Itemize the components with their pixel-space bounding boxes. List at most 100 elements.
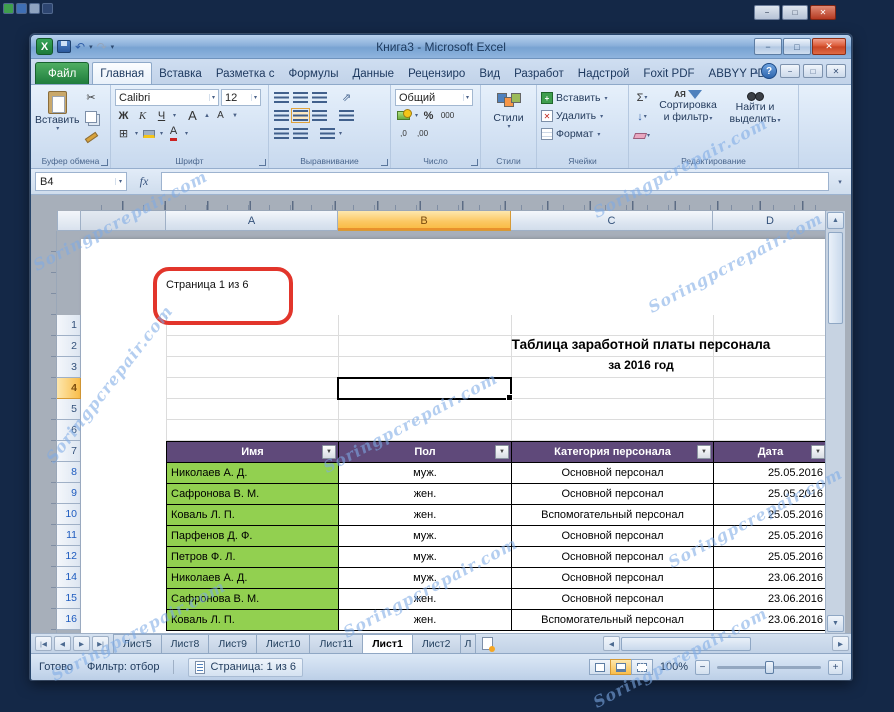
increase-indent-button[interactable] (292, 125, 309, 142)
delete-cells-button[interactable]: ✕ Удалить ▾ (541, 107, 624, 125)
row-header[interactable]: 2 (57, 336, 81, 357)
cell-name[interactable]: Николаев А. Д. (167, 568, 339, 589)
cell-gender[interactable]: муж. (339, 463, 512, 484)
styles-button[interactable]: Стили ▾ (485, 91, 532, 131)
increase-decimal-button[interactable]: ,0 (395, 125, 412, 142)
selected-cell-b4[interactable] (337, 377, 513, 401)
dialog-launcher[interactable] (101, 159, 108, 166)
vertical-scrollbar[interactable]: ▲ ▼ (825, 211, 845, 633)
borders-button[interactable]: ⊞ (115, 125, 132, 142)
shrink-font-button[interactable]: А (212, 107, 229, 124)
sheet-tab-cut[interactable]: Л (459, 634, 477, 653)
accounting-format-button[interactable] (395, 107, 412, 124)
cell-gender[interactable]: жен. (339, 484, 512, 505)
cell-name[interactable]: Коваль Л. П. (167, 610, 339, 631)
horizontal-scroll-thumb[interactable] (621, 636, 751, 651)
tab-page-layout[interactable]: Разметка с (209, 63, 282, 84)
column-header-a[interactable]: A (166, 211, 338, 231)
column-header-d[interactable]: D (713, 211, 827, 231)
sheet-tab-list9[interactable]: Лист9 (208, 634, 257, 653)
row-header-filtered[interactable]: 11 (57, 525, 81, 546)
wrap-text-button[interactable] (338, 107, 355, 124)
cell-name[interactable]: Коваль Л. П. (167, 505, 339, 526)
zoom-in-icon[interactable]: + (828, 659, 843, 675)
row-header-filtered[interactable]: 15 (57, 588, 81, 609)
cell-date[interactable]: 25.05.2016 (714, 526, 828, 547)
page-layout-view-button[interactable] (609, 659, 632, 675)
column-header-b[interactable]: B (338, 211, 511, 231)
tab-review[interactable]: Рецензиро (401, 63, 472, 84)
align-bottom-button[interactable] (311, 89, 328, 106)
vertical-scroll-thumb[interactable] (828, 232, 843, 324)
cell-category[interactable]: Основной персонал (512, 484, 714, 505)
help-icon[interactable]: ? (761, 63, 777, 79)
normal-view-button[interactable] (588, 659, 611, 675)
row-header[interactable]: 3 (57, 357, 81, 378)
row-header-filtered[interactable]: 14 (57, 567, 81, 588)
cell-gender[interactable]: жен. (339, 610, 512, 631)
sheet-tab-list2[interactable]: Лист2 (411, 634, 461, 653)
next-sheet-icon[interactable]: ▶ (73, 636, 90, 651)
outer-tool2-icon[interactable] (42, 3, 53, 14)
cell-name[interactable]: Петров Ф. Л. (167, 547, 339, 568)
paste-button[interactable]: Вставить ▾ (35, 89, 80, 144)
insert-sheet-button[interactable] (475, 634, 499, 653)
maximize-button[interactable]: □ (783, 38, 811, 55)
cell-gender[interactable]: жен. (339, 505, 512, 526)
hscroll-right-icon[interactable]: ▶ (832, 636, 849, 651)
cell-category[interactable]: Основной персонал (512, 526, 714, 547)
orientation-button[interactable]: ⇗ (338, 89, 355, 106)
sort-filter-button[interactable]: АЯ Сортировка и фильтр▾ (655, 89, 721, 144)
cell-date[interactable]: 25.05.2016 (714, 463, 828, 484)
format-painter-button[interactable] (83, 127, 100, 144)
close-button[interactable]: ✕ (812, 38, 846, 55)
filter-dropdown-icon[interactable]: ▼ (811, 445, 825, 459)
align-left-button[interactable] (273, 107, 290, 124)
cell-date[interactable]: 23.06.2016 (714, 610, 828, 631)
sheet-tab-list11[interactable]: Лист11 (309, 634, 364, 653)
zoom-slider-thumb[interactable] (765, 660, 774, 674)
filter-dropdown-icon[interactable]: ▼ (697, 445, 711, 459)
insert-cells-button[interactable]: + Вставить ▾ (541, 89, 624, 107)
cut-button[interactable]: ✂ (83, 89, 100, 106)
font-size-combo[interactable]: 12 ▾ (221, 89, 261, 106)
comma-style-button[interactable]: 000 (439, 107, 456, 124)
filter-dropdown-icon[interactable]: ▼ (495, 445, 509, 459)
cell-name[interactable]: Парфенов Д. Ф. (167, 526, 339, 547)
row-header-filtered[interactable]: 8 (57, 462, 81, 483)
cell-gender[interactable]: муж. (339, 547, 512, 568)
row-header[interactable]: 6 (57, 420, 81, 441)
name-box[interactable]: B4 ▾ (35, 172, 127, 191)
outer-maximize-button[interactable]: □ (782, 5, 808, 20)
percent-button[interactable]: % (420, 107, 437, 124)
tab-view[interactable]: Вид (472, 63, 507, 84)
tab-insert[interactable]: Вставка (152, 63, 209, 84)
row-header[interactable]: 1 (57, 315, 81, 336)
font-name-combo[interactable]: Calibri ▾ (115, 89, 219, 106)
cell-category[interactable]: Вспомогательный персонал (512, 505, 714, 526)
outer-close-button[interactable]: ✕ (810, 5, 836, 20)
sheet-tab-list10[interactable]: Лист10 (255, 634, 311, 653)
format-cells-button[interactable]: Формат ▾ (541, 125, 624, 143)
horizontal-scrollbar[interactable]: ◀ ▶ (601, 634, 851, 653)
outer-app-icon[interactable] (3, 3, 14, 14)
row-header[interactable]: 7 (57, 441, 81, 462)
dialog-launcher[interactable] (259, 159, 266, 166)
align-center-button[interactable] (291, 107, 310, 124)
first-sheet-icon[interactable]: |◀ (35, 636, 52, 651)
merge-center-button[interactable] (319, 125, 336, 142)
formula-input[interactable] (161, 172, 829, 191)
column-header-c[interactable]: C (511, 211, 713, 231)
decrease-decimal-button[interactable]: ,00 (414, 125, 431, 142)
filter-dropdown-icon[interactable]: ▼ (322, 445, 336, 459)
cell-date[interactable]: 25.05.2016 (714, 484, 828, 505)
autosum-button[interactable]: Σ ▾ (633, 89, 651, 106)
sheet-tab-list1-active[interactable]: Лист1 (362, 634, 413, 653)
cell-name[interactable]: Николаев А. Д. (167, 463, 339, 484)
find-select-button[interactable]: Найти и выделить▾ (725, 89, 785, 144)
zoom-slider[interactable] (717, 660, 821, 674)
cell-date[interactable]: 23.06.2016 (714, 589, 828, 610)
tab-data[interactable]: Данные (346, 63, 402, 84)
tab-foxit-pdf[interactable]: Foxit PDF (636, 63, 701, 84)
workbook-close-button[interactable]: ✕ (826, 64, 846, 78)
